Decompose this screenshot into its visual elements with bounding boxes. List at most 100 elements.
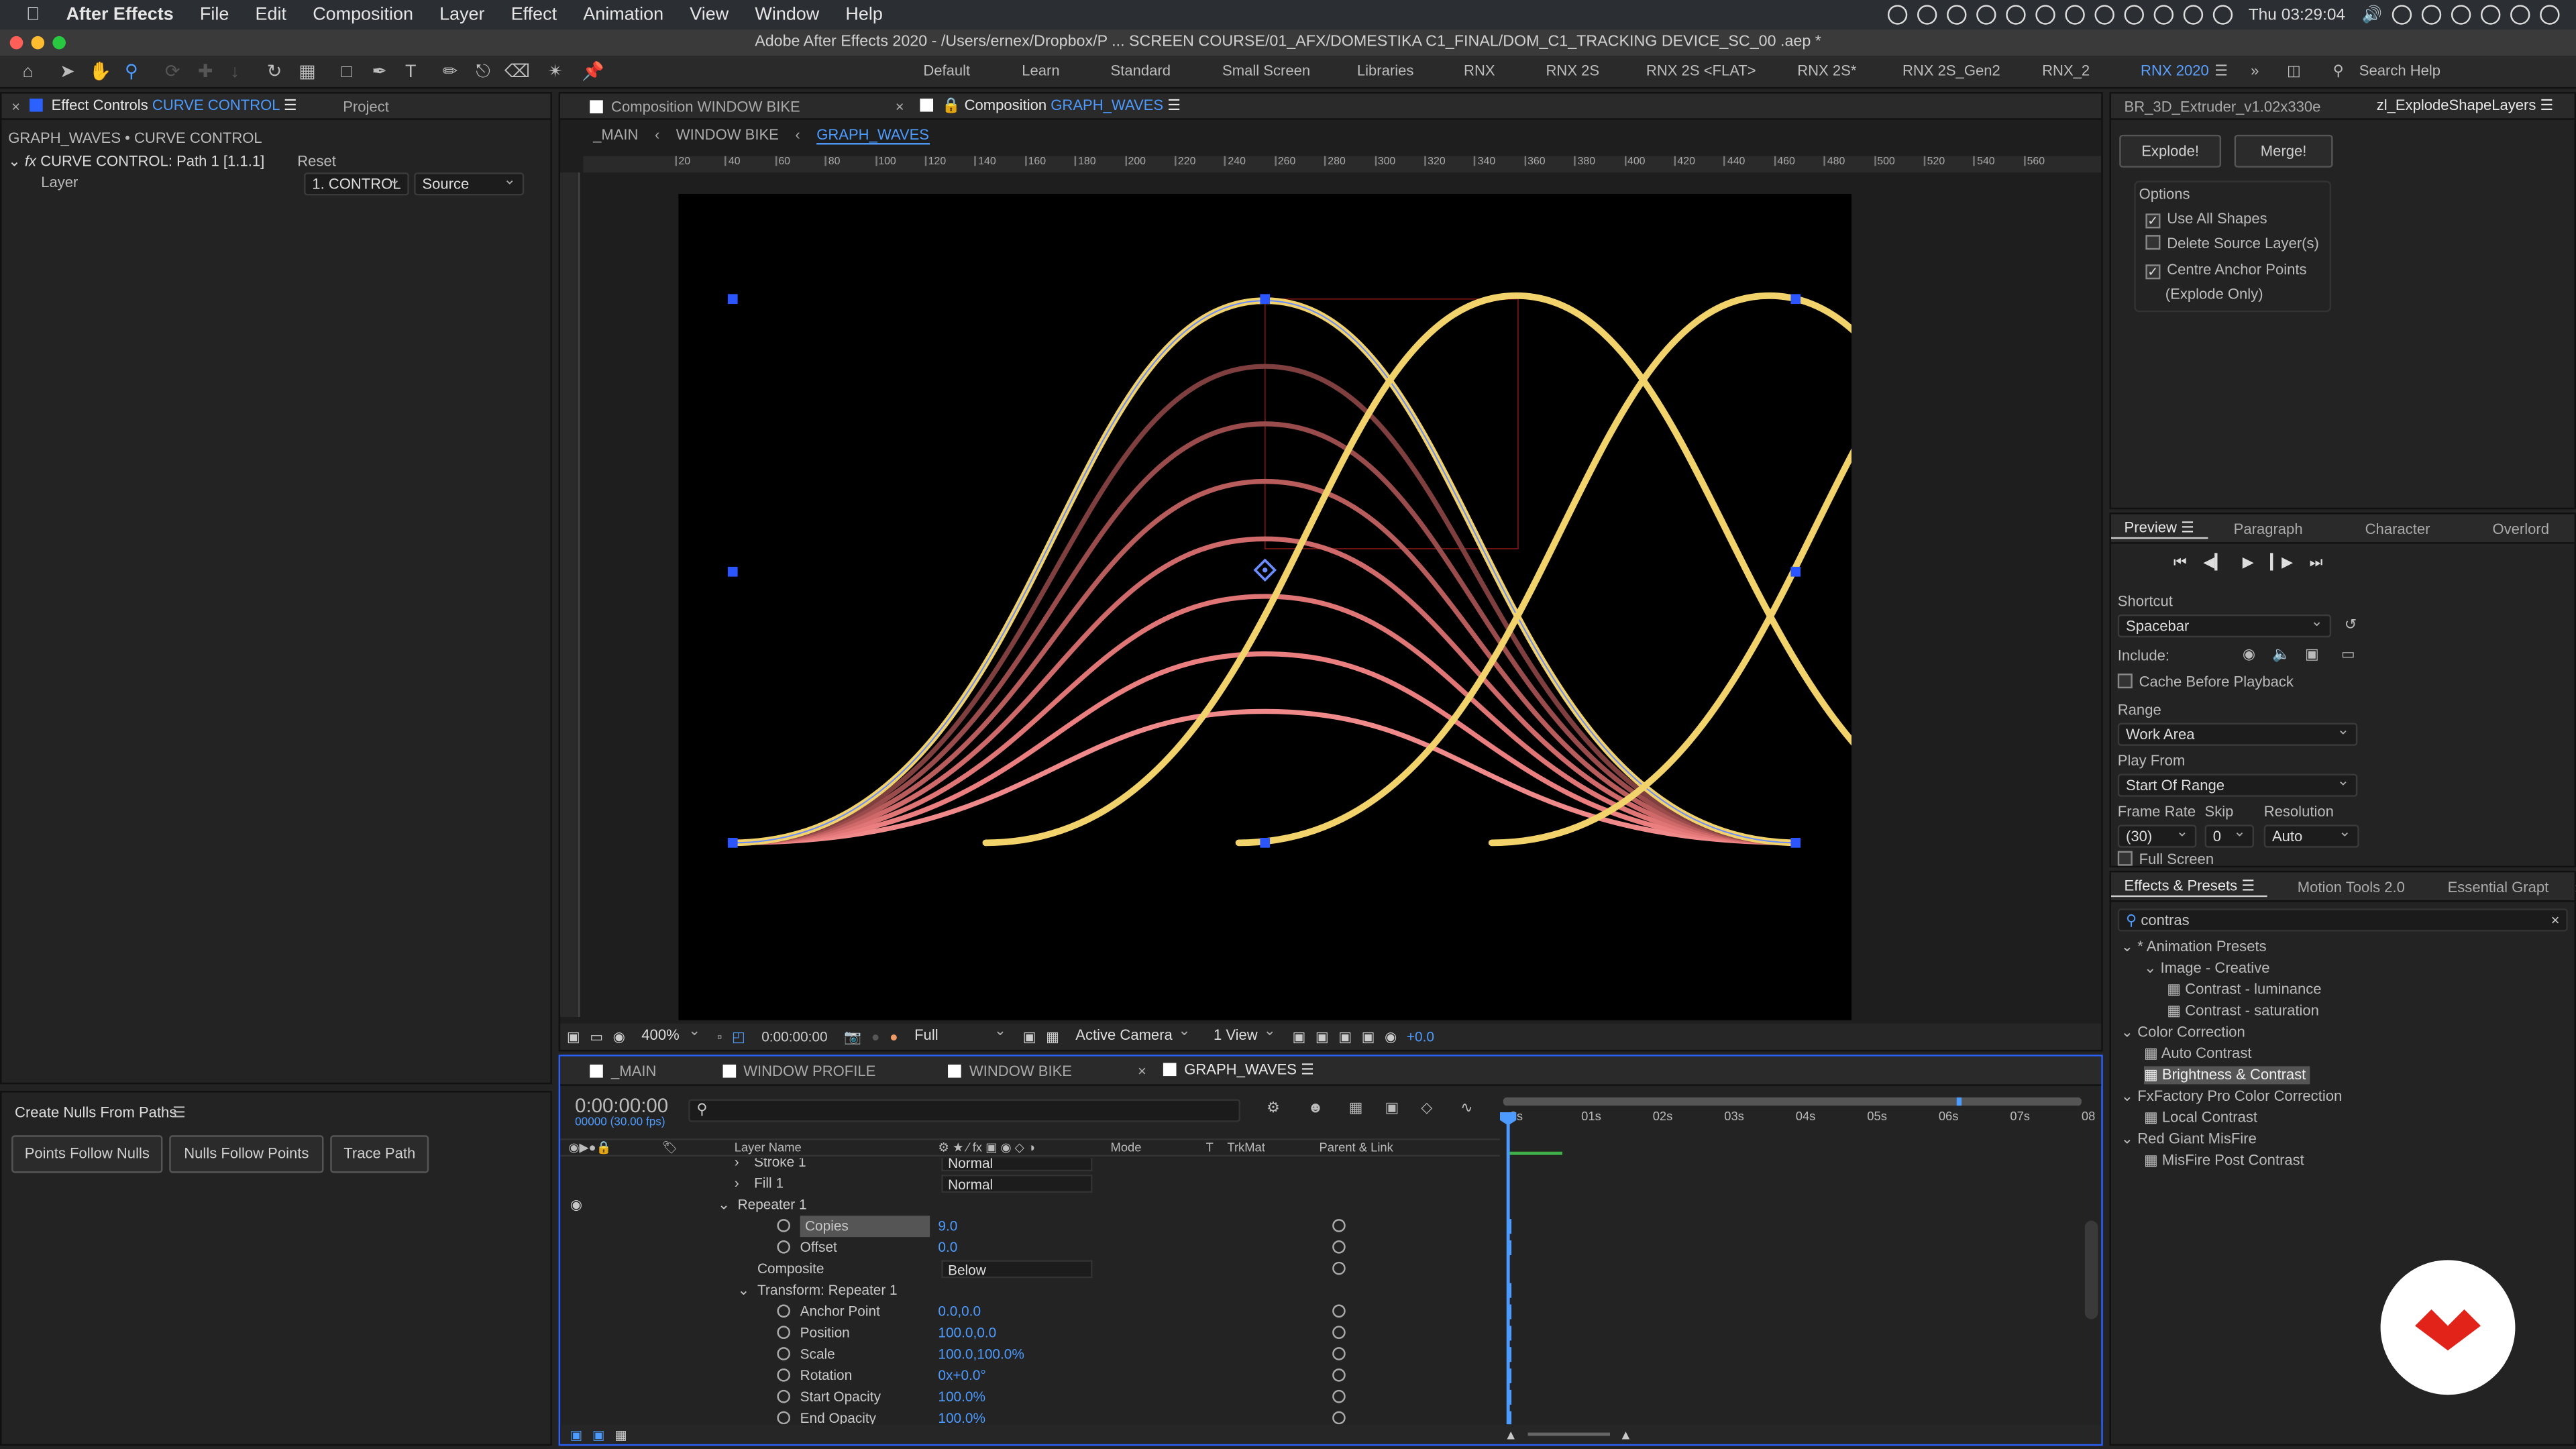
tree-item[interactable]: ⌄ Red Giant MisFire [2121,1130,2257,1148]
tray-icon[interactable] [1976,5,1996,25]
property-row[interactable]: End Opacity 100.0% [560,1408,1505,1425]
path-vertex[interactable] [1260,837,1271,848]
pickwhip-icon[interactable] [1332,1240,1346,1254]
tray-icon[interactable] [1917,5,1937,25]
range-select[interactable]: Work Area [2117,720,2358,746]
show-snapshot-icon[interactable]: ● [871,1028,880,1044]
flowchart-icon[interactable]: ▣ [1362,1028,1375,1046]
property-row[interactable]: Start Opacity 100.0% [560,1387,1505,1408]
tray-icon[interactable] [1946,5,1966,25]
trace-path-button[interactable]: Trace Path [330,1135,429,1173]
graph-editor-icon[interactable]: ◇ [1421,1099,1432,1117]
selection-tool-icon[interactable]: ➤ [56,61,78,84]
path-vertex[interactable] [1260,294,1271,305]
clone-stamp-icon[interactable]: ⎋ [472,61,494,84]
effects-search-input[interactable]: ⚲ contras × [2117,908,2568,932]
view-layout-select[interactable]: 1 View [1207,1020,1283,1049]
close-tab-icon[interactable]: × [1,98,26,114]
stopwatch-icon[interactable] [777,1304,790,1318]
tree-item[interactable]: ⌄ FxFactory Pro Color Correction [2121,1087,2343,1106]
include-audio-icon[interactable]: 🔈 [2272,645,2290,663]
path-vertex[interactable] [727,566,738,577]
property-value[interactable]: 9.0 [938,1216,957,1237]
tab-effects-presets[interactable]: Effects & Presets ☰ [2110,877,2268,896]
mode-select[interactable]: Normal [941,1175,1093,1193]
crumb-main[interactable]: _MAIN [593,127,638,143]
col-parent-link[interactable]: Parent & Link [1320,1140,1393,1155]
tray-icon[interactable] [2480,5,2501,25]
tree-item[interactable]: ▦ Contrast - saturation [2167,1002,2319,1020]
panel-menu-icon[interactable]: ☰ [172,1104,186,1122]
tray-icon[interactable] [2182,5,2203,25]
crumb-window-bike[interactable]: WINDOW BIKE [676,127,779,143]
frame-rate-select[interactable]: (30) [2117,821,2197,848]
tray-icon[interactable] [2005,5,2025,25]
playhead[interactable] [1506,1112,1510,1425]
close-window-icon[interactable] [9,36,23,50]
tree-item[interactable]: ⌄ Image - Creative [2144,959,2270,977]
stopwatch-icon[interactable] [777,1219,790,1232]
last-frame-icon[interactable]: ⏭ [2310,553,2323,572]
points-follow-nulls-button[interactable]: Points Follow Nulls [11,1135,163,1173]
reset-link[interactable]: Reset [297,153,336,169]
property-value[interactable]: 0x+0.0° [938,1365,985,1387]
tray-icon[interactable] [2094,5,2114,25]
puppet-tool-icon[interactable]: 📌 [582,61,604,84]
property-value[interactable]: 100.0,0.0 [938,1322,996,1344]
layer-search-input[interactable]: ⚲ [688,1099,1240,1122]
tray-icon[interactable] [1886,5,1907,25]
timeline-icon[interactable]: ▣ [1338,1028,1352,1046]
tray-icon[interactable] [2212,5,2233,25]
tab-preview[interactable]: Preview ☰ [2110,519,2208,539]
layer-switches-icon[interactable]: ▣ [570,1427,583,1442]
property-row[interactable]: Copies 9.0 [560,1216,1505,1238]
camera-select[interactable]: Active Camera [1069,1020,1197,1049]
tray-icon[interactable] [2153,5,2174,25]
workspace-rnx[interactable]: RNX [1464,62,1495,78]
pan-behind-icon[interactable]: ▦ [296,61,319,84]
search-help-field[interactable]: Search Help [2359,62,2440,78]
previous-frame-icon[interactable]: ◀▎ [2203,553,2226,572]
skip-select[interactable]: 0 [2204,821,2255,848]
property-row[interactable]: Position 100.0,0.0 [560,1322,1505,1344]
timeline-scrollbar[interactable] [2084,1220,2098,1320]
more-panels-icon[interactable]: » [2562,878,2576,894]
tab-project[interactable]: Project [330,98,402,114]
region-of-interest-icon[interactable]: ▣ [1023,1028,1036,1046]
stopwatch-icon[interactable] [777,1347,790,1360]
eraser-tool-icon[interactable]: ⌫ [504,61,530,84]
include-layer-controls-icon[interactable]: ▭ [2341,645,2355,663]
path-vertex[interactable] [1790,837,1801,848]
delete-source-checkbox[interactable]: Delete Source Layer(s) [2145,235,2319,252]
orbit-tool-icon[interactable]: ⟳ [161,61,184,84]
expand-chevron-icon[interactable]: ⌄ [718,1194,729,1216]
pickwhip-icon[interactable] [1332,1347,1346,1360]
path-vertex[interactable] [1790,294,1801,305]
expand-chevron-icon[interactable]: ⌄ [738,1280,749,1301]
rotate-tool-icon[interactable]: ↻ [263,61,286,84]
tray-icon[interactable] [2510,5,2530,25]
tab-effect-controls[interactable]: Effect Controls CURVE CONTROL ☰ [27,97,310,115]
workspace-rnx-2020[interactable]: RNX 2020 [2141,62,2209,78]
nulls-follow-points-button[interactable]: Nulls Follow Points [169,1135,324,1173]
fit-icon[interactable]: ▫ [717,1028,722,1044]
work-area-bar[interactable] [1503,1097,2082,1106]
tree-item[interactable]: ▦ Auto Contrast [2144,1045,2252,1063]
menu-composition[interactable]: Composition [300,5,427,24]
shortcut-select[interactable]: Spacebar [2117,611,2332,638]
workspace-rnx-2[interactable]: RNX_2 [2042,62,2090,78]
clear-search-icon[interactable]: × [2551,910,2560,930]
pan-tool-icon[interactable]: ✚ [194,61,217,84]
more-workspaces-icon[interactable]: » [2251,62,2259,78]
resolution-select[interactable]: Auto [2263,821,2359,848]
in-out-icon[interactable]: ▦ [614,1427,627,1442]
tab-3d-extruder[interactable]: BR_3D_Extruder_v1.02x330e [2111,98,2334,114]
menu-view[interactable]: View [677,5,742,24]
property-row[interactable]: ⌄ Transform: Repeater 1 [560,1280,1505,1301]
expand-chevron-icon[interactable]: › [735,1173,739,1195]
menu-file[interactable]: File [186,5,242,24]
property-row[interactable]: Composite Below [560,1258,1505,1280]
use-all-shapes-checkbox[interactable]: ✓ Use All Shapes [2145,210,2267,229]
horizontal-ruler[interactable]: 20 40 60 80 100 120 140 160 180 200 220 240 260 280 30… [583,156,2102,173]
effect-row[interactable]: ⌄ fx CURVE CONTROL: Path 1 [1.1.1] [8,153,264,171]
